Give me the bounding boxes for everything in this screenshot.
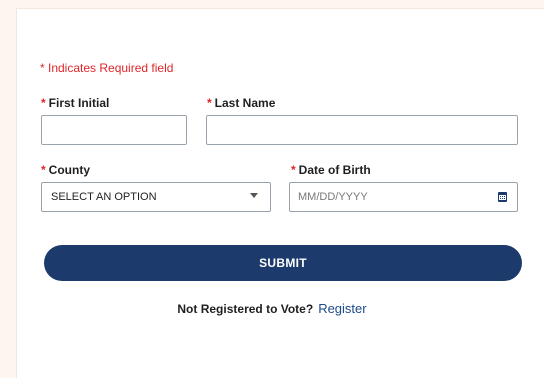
required-star: * xyxy=(41,96,46,110)
required-star: * xyxy=(41,163,46,177)
chevron-down-icon xyxy=(250,193,258,198)
county-select[interactable]: SELECT AN OPTION xyxy=(41,182,271,212)
first-initial-label: * First Initial xyxy=(41,96,109,110)
last-name-label-text: Last Name xyxy=(214,96,276,110)
last-name-input[interactable] xyxy=(206,115,518,145)
county-label: * County xyxy=(41,163,90,177)
required-star: * xyxy=(291,163,296,177)
first-initial-input[interactable] xyxy=(41,115,187,145)
dob-label-text: Date of Birth xyxy=(298,163,371,177)
required-field-note: * Indicates Required field xyxy=(40,61,174,75)
register-link[interactable]: Register xyxy=(318,301,366,316)
county-label-text: County xyxy=(48,163,90,177)
dob-input[interactable]: MM/DD/YYYY xyxy=(289,182,518,212)
register-row: Not Registered to Vote? Register xyxy=(0,301,544,316)
required-star: * xyxy=(207,96,212,110)
first-initial-label-text: First Initial xyxy=(48,96,110,110)
dob-placeholder: MM/DD/YYYY xyxy=(298,191,368,203)
submit-button[interactable]: SUBMIT xyxy=(44,245,522,281)
register-question: Not Registered to Vote? xyxy=(177,302,314,316)
last-name-label: * Last Name xyxy=(207,96,275,110)
calendar-icon[interactable] xyxy=(498,192,507,202)
dob-label: * Date of Birth xyxy=(291,163,371,177)
county-selected-value: SELECT AN OPTION xyxy=(51,191,157,203)
